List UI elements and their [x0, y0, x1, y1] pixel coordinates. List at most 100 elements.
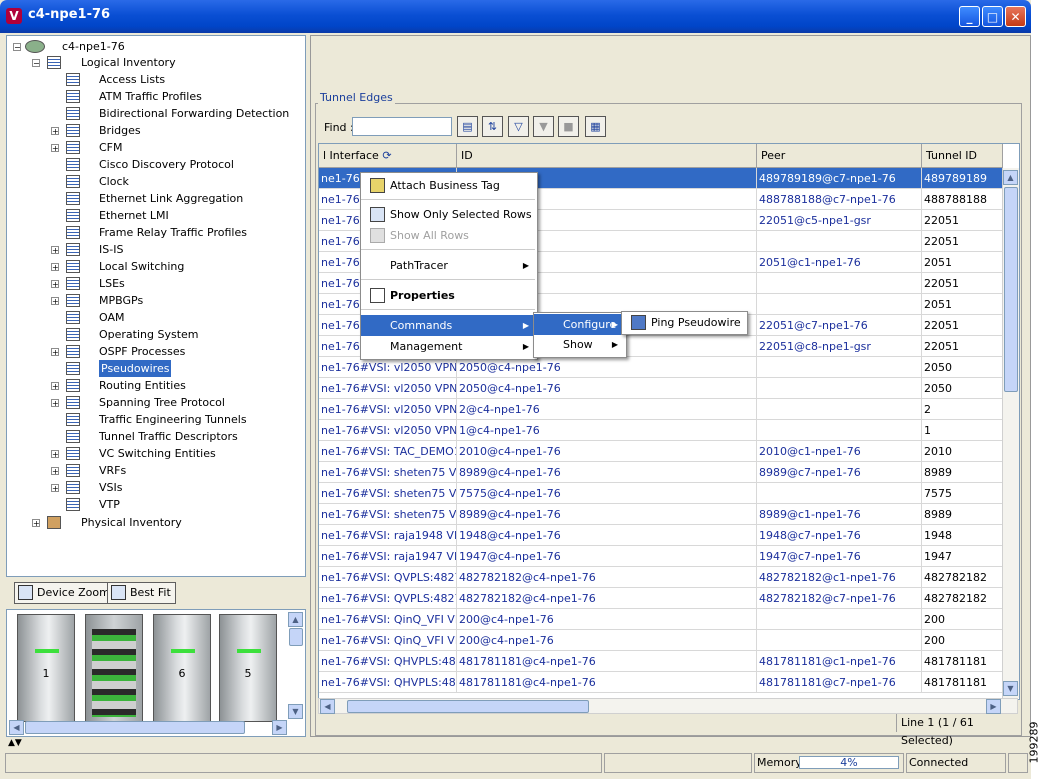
tree-item[interactable]: OAM: [99, 309, 124, 326]
expand-node-icon[interactable]: +: [51, 484, 59, 493]
menu-show[interactable]: Show ▶: [534, 334, 624, 355]
expand-node-icon[interactable]: +: [51, 263, 59, 272]
scroll-left-icon[interactable]: ◀: [9, 720, 24, 735]
collapse-logical-icon[interactable]: −: [32, 59, 40, 68]
table-row[interactable]: ne1-76#VSI: sheten75 VP... 8989@c4-npe1-7…: [319, 504, 1003, 525]
tree-item[interactable]: Routing Entities: [99, 377, 186, 394]
device-zoom-button[interactable]: Device Zoom: [14, 582, 115, 604]
expand-node-icon[interactable]: +: [51, 467, 59, 476]
tree-item[interactable]: CFM: [99, 139, 123, 156]
table-row[interactable]: ne1-76#VSI: sheten75 VP... 8989@c4-npe1-7…: [319, 462, 1003, 483]
col-header-peer[interactable]: Peer: [757, 144, 922, 168]
sort-icon[interactable]: ⇅: [482, 116, 503, 137]
collapse-root-icon[interactable]: −: [13, 43, 21, 52]
expand-node-icon[interactable]: +: [51, 280, 59, 289]
best-fit-button[interactable]: Best Fit: [107, 582, 176, 604]
tree-item[interactable]: Bridges: [99, 122, 141, 139]
tree-item[interactable]: Access Lists: [99, 71, 165, 88]
tree-item[interactable]: Bidirectional Forwarding Detection: [99, 105, 289, 122]
tree-item[interactable]: OSPF Processes: [99, 343, 185, 360]
scroll-up-icon[interactable]: ▲: [1003, 170, 1018, 185]
scroll-down-icon[interactable]: ▼: [288, 704, 303, 719]
tree-item[interactable]: MPBGPs: [99, 292, 143, 309]
table-row[interactable]: ne1-76#VSI: raja1947 VPN...1947@c4-npe1-…: [319, 546, 1003, 567]
tree-item[interactable]: Cisco Discovery Protocol: [99, 156, 234, 173]
table-hscrollbar[interactable]: ◀ ▶: [318, 698, 1018, 714]
tree-physical-inventory[interactable]: Physical Inventory: [81, 514, 182, 531]
tree-item[interactable]: VTP: [99, 496, 120, 513]
expand-node-icon[interactable]: +: [51, 382, 59, 391]
tree-item[interactable]: VSIs: [99, 479, 122, 496]
chassis-scroll-thumb[interactable]: [289, 628, 303, 646]
tree-item[interactable]: Ethernet LMI: [99, 207, 169, 224]
menu-configure[interactable]: Configure ▶: [534, 314, 624, 335]
tree-item[interactable]: Operating System: [99, 326, 199, 343]
menu-ping-pseudowire[interactable]: Ping Pseudowire: [622, 312, 745, 333]
table-row[interactable]: ne1-76#VSI: vl2050 VPN I...1@c4-npe1-76 1: [319, 420, 1003, 441]
tree-item[interactable]: Spanning Tree Protocol: [99, 394, 225, 411]
clear-filter-icon[interactable]: ■: [558, 116, 579, 137]
table-row[interactable]: ne1-76#VSI: QHVPLS:481...481781181@c4-np…: [319, 651, 1003, 672]
tree-item[interactable]: Ethernet Link Aggregation: [99, 190, 243, 207]
expand-node-icon[interactable]: +: [51, 399, 59, 408]
menu-management[interactable]: Management ▶: [361, 336, 535, 357]
table-row[interactable]: ne1-76#VSI: vl2050 VPN I...2050@c4-npe1-…: [319, 378, 1003, 399]
menu-pathtracer[interactable]: PathTracer ▶: [361, 255, 535, 276]
chassis-hscroll-thumb[interactable]: [25, 721, 245, 734]
tree-item[interactable]: Clock: [99, 173, 129, 190]
col-header-interface[interactable]: l Interface ⟳: [319, 144, 457, 168]
tree-item[interactable]: Frame Relay Traffic Profiles: [99, 224, 247, 241]
table-row[interactable]: ne1-76#VSI: QVPLS:4827... 482782182@c4-np…: [319, 588, 1003, 609]
expand-node-icon[interactable]: +: [51, 127, 59, 136]
filter-icon[interactable]: ▽: [508, 116, 529, 137]
expand-physical-icon[interactable]: +: [32, 519, 40, 528]
table-settings-icon[interactable]: ▦: [585, 116, 606, 137]
table-row[interactable]: ne1-76#VSI: raja1948 VPN...1948@c4-npe1-…: [319, 525, 1003, 546]
collapse-arrows-icon[interactable]: ▲▼: [8, 738, 22, 748]
tree-item[interactable]: LSEs: [99, 275, 125, 292]
tree-item[interactable]: ATM Traffic Profiles: [99, 88, 202, 105]
table-row[interactable]: ne1-76#VSI: QHVPLS:481...481781181@c4-np…: [319, 672, 1003, 693]
table-row[interactable]: ne1-76#VSI: vl2050 VPN I...2@c4-npe1-76 2: [319, 399, 1003, 420]
table-row[interactable]: ne1-76#VSI: QinQ_VFI VP... 200@c4-npe1-76…: [319, 609, 1003, 630]
chassis-slot[interactable]: 6: [153, 614, 211, 722]
tree-item[interactable]: Traffic Engineering Tunnels: [99, 411, 247, 428]
scroll-down-icon[interactable]: ▼: [1003, 681, 1018, 696]
col-header-tunnel-id[interactable]: Tunnel ID: [922, 144, 1003, 168]
tree-item[interactable]: VRFs: [99, 462, 126, 479]
table-hscroll-thumb[interactable]: [347, 700, 589, 713]
tree-item[interactable]: IS-IS: [99, 241, 123, 258]
table-row[interactable]: ne1-76#VSI: QVPLS:4827... 482782182@c4-np…: [319, 567, 1003, 588]
tree-logical-inventory[interactable]: Logical Inventory: [81, 54, 176, 71]
minimize-button[interactable]: _: [959, 6, 980, 27]
scroll-right-icon[interactable]: ▶: [986, 699, 1001, 714]
table-row[interactable]: ne1-76#VSI: TAC_DEMO1 ...2010@c4-npe1-76…: [319, 441, 1003, 462]
expand-node-icon[interactable]: +: [51, 144, 59, 153]
menu-properties[interactable]: Properties: [361, 285, 535, 306]
scroll-up-icon[interactable]: ▲: [288, 612, 303, 627]
expand-node-icon[interactable]: +: [51, 450, 59, 459]
tree-item[interactable]: Tunnel Traffic Descriptors: [99, 428, 238, 445]
scroll-left-icon[interactable]: ◀: [320, 699, 335, 714]
tree-item[interactable]: Local Switching: [99, 258, 184, 275]
tree-root-label[interactable]: c4-npe1-76: [62, 38, 125, 55]
filter-selected-icon[interactable]: ▼: [533, 116, 554, 137]
scroll-right-icon[interactable]: ▶: [272, 720, 287, 735]
table-row[interactable]: ne1-76#VSI: vl2050 VPN I...2050@c4-npe1-…: [319, 357, 1003, 378]
chassis-slot[interactable]: 1: [17, 614, 75, 722]
expand-node-icon[interactable]: +: [51, 297, 59, 306]
tree-item[interactable]: VC Switching Entities: [99, 445, 216, 462]
col-header-id[interactable]: ID: [457, 144, 757, 168]
maximize-button[interactable]: □: [982, 6, 1003, 27]
menu-show-selected-rows[interactable]: Show Only Selected Rows: [361, 204, 535, 225]
save-icon[interactable]: ▤: [457, 116, 478, 137]
menu-attach-business-tag[interactable]: Attach Business Tag: [361, 175, 535, 196]
chassis-slot-card[interactable]: [85, 614, 143, 722]
table-row[interactable]: ne1-76#VSI: sheten75 VP... 7575@c4-npe1-7…: [319, 483, 1003, 504]
table-row[interactable]: ne1-76#VSI: QinQ_VFI VP... 200@c4-npe1-76…: [319, 630, 1003, 651]
table-vscrollbar[interactable]: ▲ ▼: [1002, 168, 1019, 698]
expand-node-icon[interactable]: +: [51, 246, 59, 255]
table-scroll-thumb[interactable]: [1004, 187, 1018, 392]
close-button[interactable]: ✕: [1005, 6, 1026, 27]
menu-commands[interactable]: Commands ▶: [361, 315, 535, 336]
